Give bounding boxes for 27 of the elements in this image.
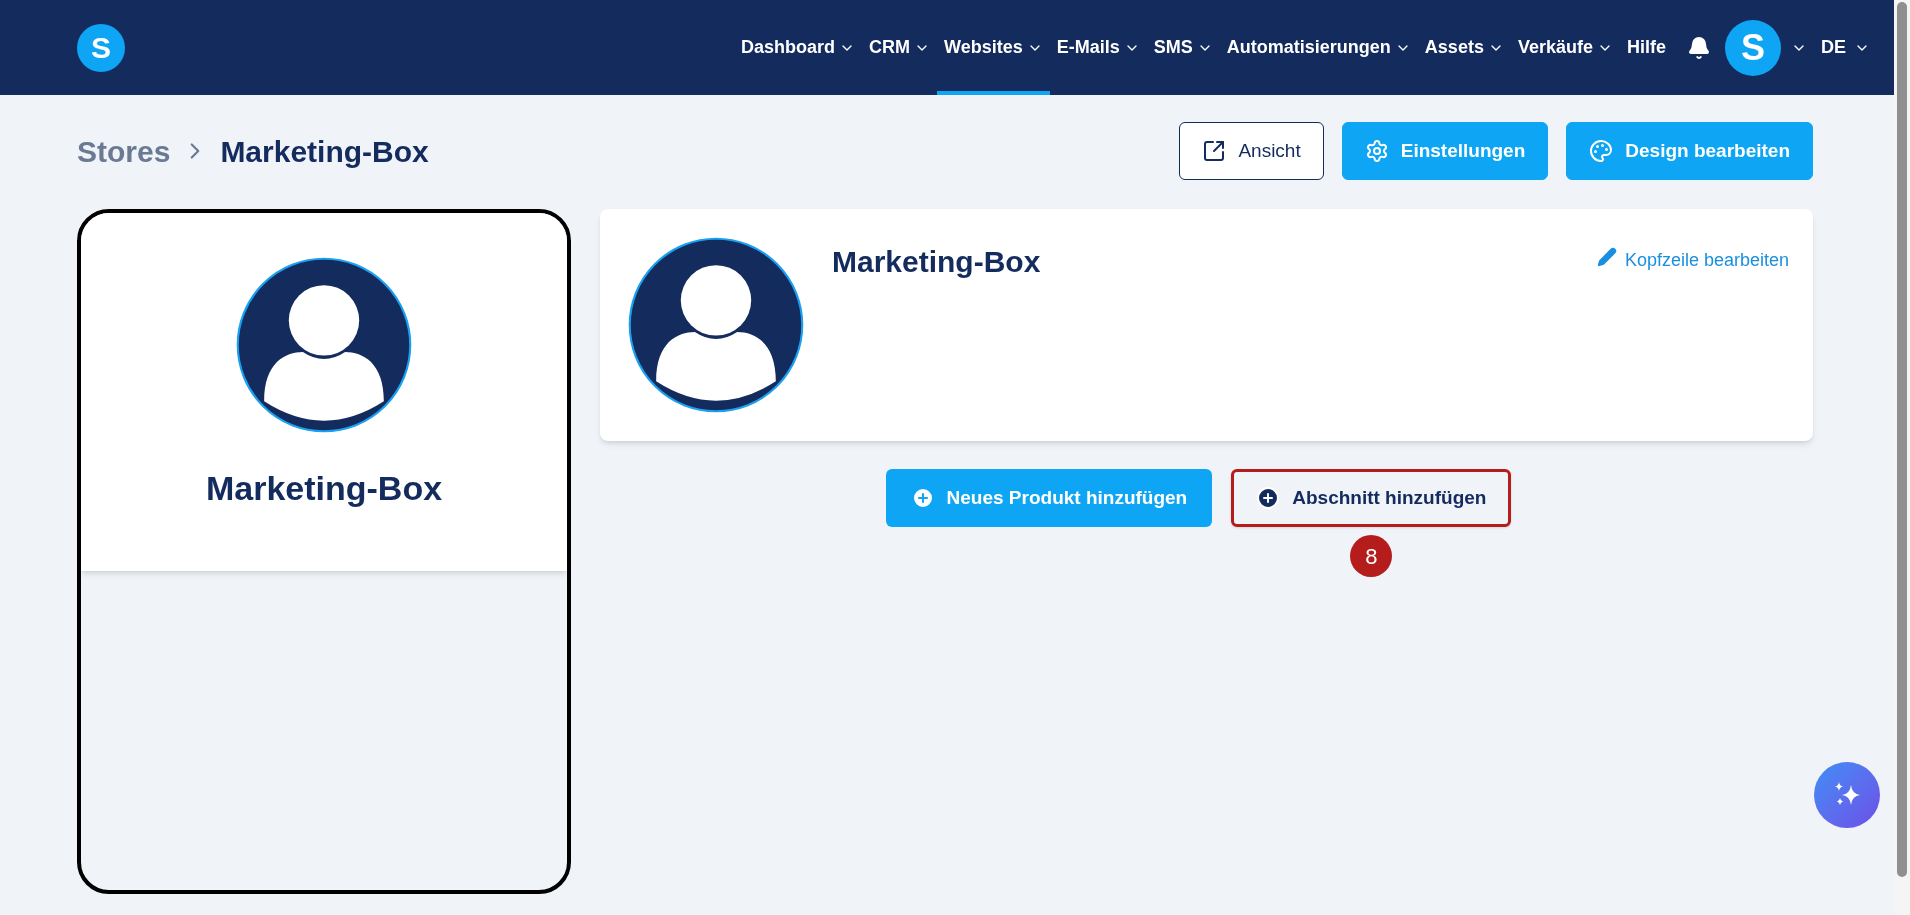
nav-item[interactable]: Websites bbox=[937, 0, 1050, 95]
nav-item[interactable]: Automatisierungen bbox=[1219, 0, 1418, 95]
store-title: Marketing-Box bbox=[832, 244, 1041, 280]
avatar-icon bbox=[236, 257, 412, 433]
action-button[interactable]: Ansicht bbox=[1179, 122, 1324, 180]
plus-circle-icon bbox=[1256, 486, 1281, 510]
external-link-icon bbox=[1202, 139, 1227, 163]
breadcrumb-item: Marketing-Box bbox=[220, 133, 429, 170]
pencil-icon bbox=[1596, 247, 1617, 267]
nav-item[interactable]: SMS bbox=[1146, 0, 1220, 95]
preview-title: Marketing-Box bbox=[205, 468, 443, 509]
bell-icon[interactable] bbox=[1687, 35, 1711, 60]
nav-item[interactable]: E-Mails bbox=[1049, 0, 1147, 95]
add-button[interactable]: Abschnitt hinzufügen bbox=[1231, 469, 1512, 527]
edit-header-link[interactable]: Kopfzeile bearbeiten bbox=[1596, 247, 1789, 273]
avatar-icon bbox=[628, 237, 804, 413]
step-badge: 8 bbox=[1350, 535, 1393, 577]
nav-item[interactable]: Dashboard bbox=[734, 0, 863, 95]
palette-icon bbox=[1589, 139, 1614, 163]
language-selector[interactable]: DE bbox=[1821, 34, 1870, 61]
nav-item[interactable]: Assets bbox=[1417, 0, 1511, 95]
scrollbar[interactable] bbox=[1894, 0, 1910, 915]
gear-icon bbox=[1364, 139, 1389, 163]
breadcrumb-item[interactable]: Stores bbox=[77, 128, 171, 174]
nav-item[interactable]: CRM bbox=[862, 0, 938, 95]
nav-item[interactable]: Verkäufe bbox=[1510, 0, 1620, 95]
nav-item[interactable]: Hilfe bbox=[1619, 0, 1673, 95]
